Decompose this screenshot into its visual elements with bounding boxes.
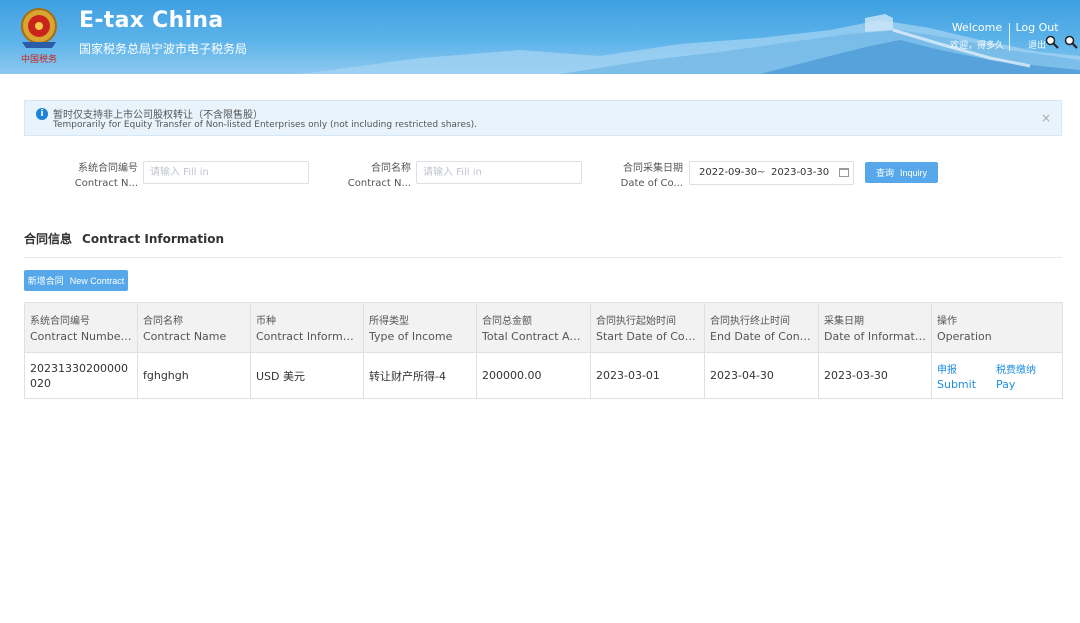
inquiry-button[interactable]: 查询 Inquiry xyxy=(865,162,938,183)
col-currency: 币种 Contract Informati... xyxy=(250,302,364,353)
date-end: 2023-03-30 xyxy=(771,167,830,178)
contract-number-label-zh: 系统合同编号 xyxy=(78,163,138,174)
alert-text-en: Temporarily for Equity Transfer of Non-l… xyxy=(53,120,478,130)
col-end-date: 合同执行终止时间 End Date of Contr... xyxy=(704,302,819,353)
header-divider xyxy=(1009,23,1010,51)
contract-name-label: 合同名称 Contract N... xyxy=(330,161,411,191)
date-start: 2022-09-30 xyxy=(699,167,758,178)
section-title: 合同信息 Contract Information xyxy=(24,230,224,247)
date-range-picker[interactable]: 2022-09-30 ~ 2023-03-30 xyxy=(689,161,854,185)
col-operation: 操作 Operation xyxy=(931,302,1063,353)
date-separator: ~ xyxy=(757,167,766,178)
pay-label-zh: 税费缴纳 xyxy=(996,364,1037,376)
new-contract-label-en: New Contract xyxy=(69,276,125,286)
tax-emblem-logo: 中国税务 xyxy=(21,8,57,65)
welcome-en: Welcome xyxy=(951,21,1003,34)
zoom-out-icon[interactable] xyxy=(1064,35,1078,49)
contract-name-label-en: Contract N... xyxy=(347,178,411,189)
cell-collect-date: 2023-03-30 xyxy=(818,352,932,399)
emblem-text: 中国税务 xyxy=(21,53,57,65)
collect-date-label-en: Date of Co... xyxy=(620,178,683,189)
site-title: E-tax China xyxy=(79,8,224,33)
contract-number-input[interactable]: 请输入 Fill in xyxy=(143,161,309,184)
contract-name-input[interactable]: 请输入 Fill in xyxy=(416,161,582,184)
cell-contract-number: 20231330200000020 xyxy=(24,352,138,399)
alert-text-zh: 暂时仅支持非上市公司股权转让（不含限售股） xyxy=(53,110,263,121)
section-title-zh: 合同信息 xyxy=(24,232,73,246)
cell-operation: 申报 Submit 税费缴纳 Pay xyxy=(931,352,1063,399)
cell-start-date: 2023-03-01 xyxy=(590,352,705,399)
collect-date-label-zh: 合同采集日期 xyxy=(623,163,683,174)
calendar-icon xyxy=(839,168,849,177)
new-contract-button[interactable]: 新增合同 New Contract xyxy=(24,270,128,291)
contract-number-label-en: Contract N... xyxy=(74,178,138,189)
table-header-row: 系统合同编号 Contract Number i... 合同名称 Contract … xyxy=(24,302,1063,353)
cell-total-amount: 200000.00 xyxy=(476,352,591,399)
inquiry-label-zh: 查询 xyxy=(875,168,894,178)
inquiry-label-en: Inquiry xyxy=(900,168,928,178)
col-total-amount: 合同总金额 Total Contract Am... xyxy=(476,302,591,353)
new-contract-label-zh: 新增合同 xyxy=(27,276,64,286)
contract-number-label: 系统合同编号 Contract N... xyxy=(60,161,138,191)
collect-date-label: 合同采集日期 Date of Co... xyxy=(605,161,683,191)
submit-label-en: Submit xyxy=(937,377,977,391)
submit-link[interactable]: 申报 Submit xyxy=(937,361,976,391)
close-icon[interactable]: × xyxy=(1041,111,1051,125)
site-subtitle: 国家税务总局宁波市电子税务局 xyxy=(79,42,248,56)
zoom-in-icon[interactable] xyxy=(1045,35,1059,49)
info-icon: i xyxy=(36,108,48,120)
cell-currency: USD 美元 xyxy=(250,352,364,399)
site-header: 中国税务 E-tax China 国家税务总局宁波市电子税务局 Welcome … xyxy=(0,0,1080,74)
welcome-link[interactable]: Welcome 欢迎，得多久 xyxy=(948,21,1006,51)
logout-en: Log Out xyxy=(1015,21,1059,34)
section-divider xyxy=(24,257,1062,258)
cell-end-date: 2023-04-30 xyxy=(704,352,819,399)
info-alert: i 暂时仅支持非上市公司股权转让（不含限售股） Temporarily for … xyxy=(24,100,1062,136)
col-contract-number: 系统合同编号 Contract Number i... xyxy=(24,302,138,353)
cell-income-type: 转让财产所得-4 xyxy=(363,352,477,399)
col-contract-name: 合同名称 Contract Name xyxy=(137,302,251,353)
col-collect-date: 采集日期 Date of Informatio... xyxy=(818,302,932,353)
pay-label-en: Pay xyxy=(996,377,1016,391)
contract-name-label-zh: 合同名称 xyxy=(371,163,411,174)
welcome-zh: 欢迎，得多久 xyxy=(949,41,1004,51)
cell-contract-name: fghghgh xyxy=(137,352,251,399)
submit-label-zh: 申报 xyxy=(937,364,957,376)
col-income-type: 所得类型 Type of Income xyxy=(363,302,477,353)
contract-table: 系统合同编号 Contract Number i... 合同名称 Contract … xyxy=(24,302,1063,399)
section-title-en: Contract Information xyxy=(82,232,225,246)
pay-link[interactable]: 税费缴纳 Pay xyxy=(996,361,1036,391)
col-start-date: 合同执行起始时间 Start Date of Contr... xyxy=(590,302,705,353)
table-row: 20231330200000020 fghghgh USD 美元 转让财产所得-… xyxy=(24,352,1063,399)
